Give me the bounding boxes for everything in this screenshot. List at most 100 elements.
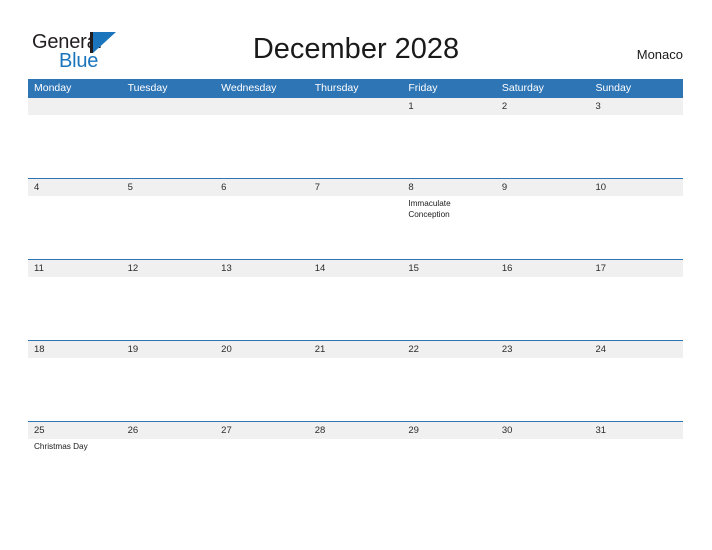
date-number[interactable]: 27	[215, 422, 309, 439]
date-number[interactable]: 29	[402, 422, 496, 439]
date-number[interactable]: 11	[28, 260, 122, 277]
day-cell[interactable]	[309, 115, 403, 178]
date-number[interactable]: 19	[122, 341, 216, 358]
week-body-row: Christmas Day	[28, 439, 683, 502]
date-number[interactable]: 20	[215, 341, 309, 358]
date-number[interactable]: 21	[309, 341, 403, 358]
day-cell[interactable]	[589, 439, 683, 502]
day-cell[interactable]	[215, 439, 309, 502]
calendar-grid: Monday Tuesday Wednesday Thursday Friday…	[28, 79, 683, 502]
week-row: 11 12 13 14 15 16 17	[28, 259, 683, 340]
date-number[interactable]	[215, 98, 309, 115]
week-date-band: 1 2 3	[28, 98, 683, 115]
day-cell[interactable]	[122, 196, 216, 259]
day-cell[interactable]	[402, 358, 496, 421]
event-label: Christmas Day	[34, 442, 88, 451]
date-number[interactable]: 8	[402, 179, 496, 196]
day-cell[interactable]	[309, 358, 403, 421]
date-number[interactable]: 15	[402, 260, 496, 277]
day-cell[interactable]	[309, 439, 403, 502]
day-cell[interactable]	[589, 115, 683, 178]
date-number[interactable]	[122, 98, 216, 115]
calendar-page: General Blue December 2028 Monaco Monday…	[0, 0, 712, 550]
date-number[interactable]: 24	[589, 341, 683, 358]
date-number[interactable]: 18	[28, 341, 122, 358]
date-number[interactable]: 10	[589, 179, 683, 196]
day-header-monday: Monday	[34, 82, 72, 94]
date-number[interactable]	[28, 98, 122, 115]
date-number[interactable]: 5	[122, 179, 216, 196]
day-cell[interactable]	[589, 196, 683, 259]
date-number[interactable]: 14	[309, 260, 403, 277]
day-header-wednesday: Wednesday	[221, 82, 277, 94]
date-number[interactable]: 30	[496, 422, 590, 439]
date-number[interactable]: 3	[589, 98, 683, 115]
day-cell[interactable]	[28, 358, 122, 421]
date-number[interactable]: 26	[122, 422, 216, 439]
week-body-row	[28, 358, 683, 421]
day-cell[interactable]	[309, 196, 403, 259]
day-cell[interactable]	[402, 277, 496, 340]
date-number[interactable]: 7	[309, 179, 403, 196]
day-cell[interactable]	[215, 358, 309, 421]
day-cell[interactable]	[122, 358, 216, 421]
date-number[interactable]: 28	[309, 422, 403, 439]
day-cell[interactable]	[402, 115, 496, 178]
date-number[interactable]: 2	[496, 98, 590, 115]
week-row: 25 26 27 28 29 30 31 Christmas Day	[28, 421, 683, 502]
day-of-week-header-row: Monday Tuesday Wednesday Thursday Friday…	[28, 79, 683, 97]
week-date-band: 18 19 20 21 22 23 24	[28, 341, 683, 358]
day-cell[interactable]	[122, 115, 216, 178]
day-cell[interactable]	[496, 277, 590, 340]
day-cell[interactable]	[496, 439, 590, 502]
day-cell[interactable]	[589, 277, 683, 340]
day-cell[interactable]	[215, 277, 309, 340]
day-header-tuesday: Tuesday	[127, 82, 168, 94]
page-header: General Blue December 2028 Monaco	[0, 0, 712, 78]
week-row: 4 5 6 7 8 9 10 Immaculate Conception	[28, 178, 683, 259]
week-body-row	[28, 115, 683, 178]
week-row: 1 2 3	[28, 97, 683, 178]
location-label: Monaco	[636, 47, 683, 62]
day-cell[interactable]	[589, 358, 683, 421]
week-body-row	[28, 277, 683, 340]
date-number[interactable]: 1	[402, 98, 496, 115]
day-cell[interactable]	[122, 439, 216, 502]
day-cell-holiday[interactable]: Immaculate Conception	[402, 196, 496, 259]
week-body-row: Immaculate Conception	[28, 196, 683, 259]
day-header-thursday: Thursday	[314, 82, 359, 94]
day-cell-holiday[interactable]: Christmas Day	[28, 439, 122, 502]
date-number[interactable]: 16	[496, 260, 590, 277]
week-date-band: 25 26 27 28 29 30 31	[28, 422, 683, 439]
day-cell[interactable]	[28, 115, 122, 178]
week-row: 18 19 20 21 22 23 24	[28, 340, 683, 421]
day-header-saturday: Saturday	[501, 82, 544, 94]
day-header-sunday: Sunday	[595, 82, 632, 94]
day-cell[interactable]	[496, 196, 590, 259]
date-number[interactable]: 9	[496, 179, 590, 196]
date-number[interactable]: 22	[402, 341, 496, 358]
page-title: December 2028	[252, 33, 460, 65]
date-number[interactable]: 13	[215, 260, 309, 277]
event-label: Immaculate Conception	[408, 199, 451, 219]
day-cell[interactable]	[309, 277, 403, 340]
date-number[interactable]: 6	[215, 179, 309, 196]
date-number[interactable]: 31	[589, 422, 683, 439]
week-date-band: 11 12 13 14 15 16 17	[28, 260, 683, 277]
day-cell[interactable]	[402, 439, 496, 502]
day-cell[interactable]	[215, 115, 309, 178]
day-cell[interactable]	[122, 277, 216, 340]
day-cell[interactable]	[496, 115, 590, 178]
date-number[interactable]: 17	[589, 260, 683, 277]
date-number[interactable]: 4	[28, 179, 122, 196]
date-number[interactable]: 25	[28, 422, 122, 439]
day-cell[interactable]	[28, 196, 122, 259]
day-cell[interactable]	[496, 358, 590, 421]
week-date-band: 4 5 6 7 8 9 10	[28, 179, 683, 196]
date-number[interactable]: 12	[122, 260, 216, 277]
day-cell[interactable]	[28, 277, 122, 340]
date-number[interactable]	[309, 98, 403, 115]
date-number[interactable]: 23	[496, 341, 590, 358]
day-header-friday: Friday	[408, 82, 438, 94]
day-cell[interactable]	[215, 196, 309, 259]
